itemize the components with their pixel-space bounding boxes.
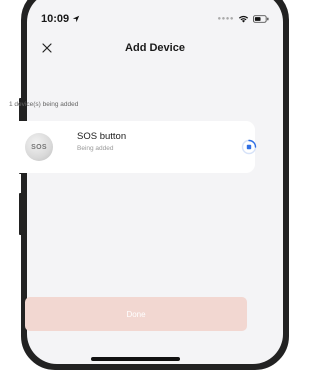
device-status: Being added — [77, 145, 114, 152]
status-bar: 10:09 ●●●● — [27, 10, 283, 28]
thumbnail-label: SOS — [31, 143, 47, 151]
device-name: SOS button — [77, 131, 127, 142]
device-card[interactable]: SOS SOS button Being added — [9, 121, 257, 173]
battery-icon — [253, 15, 269, 23]
signal-dots-icon: ●●●● — [217, 16, 234, 22]
time-text: 10:09 — [41, 13, 70, 25]
wifi-icon — [238, 15, 249, 23]
home-indicator — [91, 357, 180, 361]
devices-adding-count: 1 device(s) being added — [9, 101, 79, 108]
done-button[interactable]: Done — [25, 297, 247, 331]
page-title: Add Device — [125, 42, 185, 54]
nav-bar: Add Device — [27, 36, 283, 62]
sos-button-thumbnail: SOS — [25, 133, 53, 161]
status-time: 10:09 — [41, 13, 80, 25]
location-arrow-icon — [72, 15, 80, 23]
status-icons: ●●●● — [218, 15, 270, 23]
power-button — [19, 193, 22, 235]
progress-spinner-icon — [241, 139, 257, 155]
